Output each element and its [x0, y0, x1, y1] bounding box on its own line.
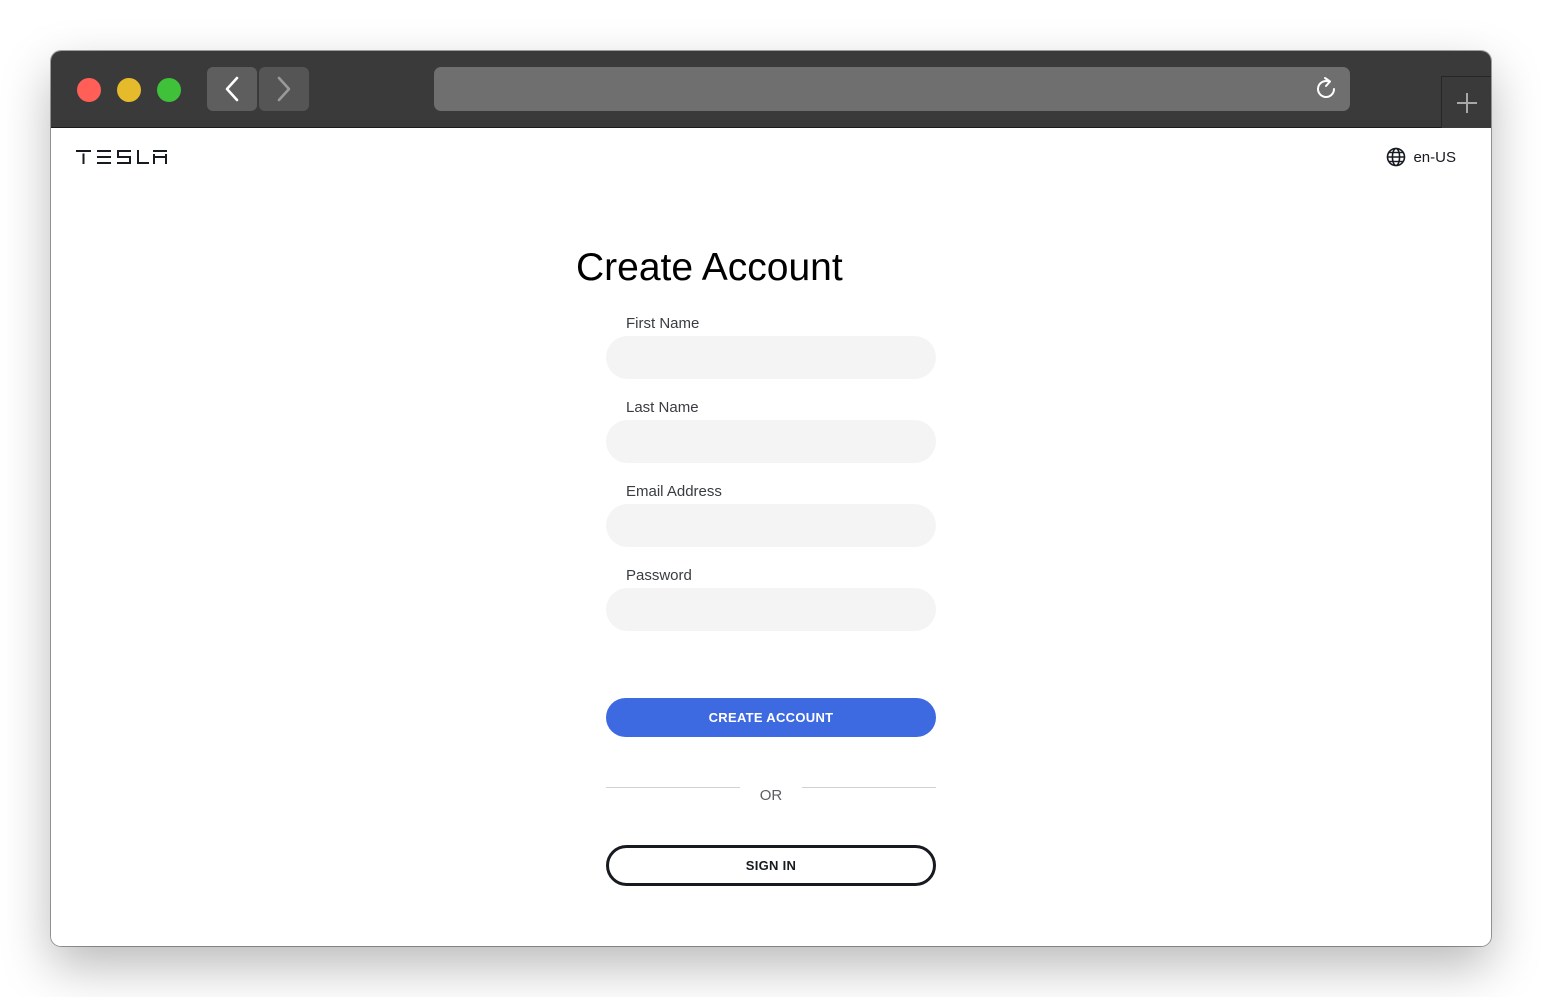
plus-icon	[1457, 93, 1477, 113]
password-label: Password	[626, 567, 692, 584]
create-account-form: First Name Last Name Email Address Passw…	[606, 312, 936, 648]
page-content: en-US Create Account First Name Last Nam…	[51, 128, 1491, 946]
back-button[interactable]	[207, 67, 257, 111]
language-label: en-US	[1413, 148, 1456, 166]
chevron-right-icon	[277, 76, 291, 102]
address-bar[interactable]	[434, 67, 1350, 111]
tesla-logo[interactable]	[76, 149, 168, 165]
first-name-input[interactable]	[606, 336, 936, 379]
last-name-input[interactable]	[606, 420, 936, 463]
divider-text: OR	[759, 787, 783, 804]
browser-titlebar	[51, 51, 1491, 129]
email-label: Email Address	[626, 483, 722, 500]
language-selector[interactable]: en-US	[1386, 147, 1456, 167]
first-name-label: First Name	[626, 315, 700, 332]
create-account-button[interactable]: CREATE ACCOUNT	[606, 698, 936, 737]
email-input[interactable]	[606, 504, 936, 547]
close-window-button[interactable]	[77, 78, 101, 102]
password-input[interactable]	[606, 588, 936, 631]
or-divider: OR	[606, 786, 936, 806]
reload-icon[interactable]	[1312, 75, 1340, 103]
browser-window: en-US Create Account First Name Last Nam…	[51, 51, 1491, 946]
chevron-left-icon	[225, 76, 239, 102]
zoom-window-button[interactable]	[157, 78, 181, 102]
new-tab-button[interactable]	[1441, 76, 1491, 129]
divider-line-right	[802, 787, 936, 788]
globe-icon	[1387, 147, 1406, 167]
forward-button[interactable]	[259, 67, 309, 111]
page-title: Create Account	[576, 246, 843, 289]
sign-in-button[interactable]: SIGN IN	[606, 845, 936, 886]
last-name-label: Last Name	[626, 399, 699, 416]
minimize-window-button[interactable]	[117, 78, 141, 102]
